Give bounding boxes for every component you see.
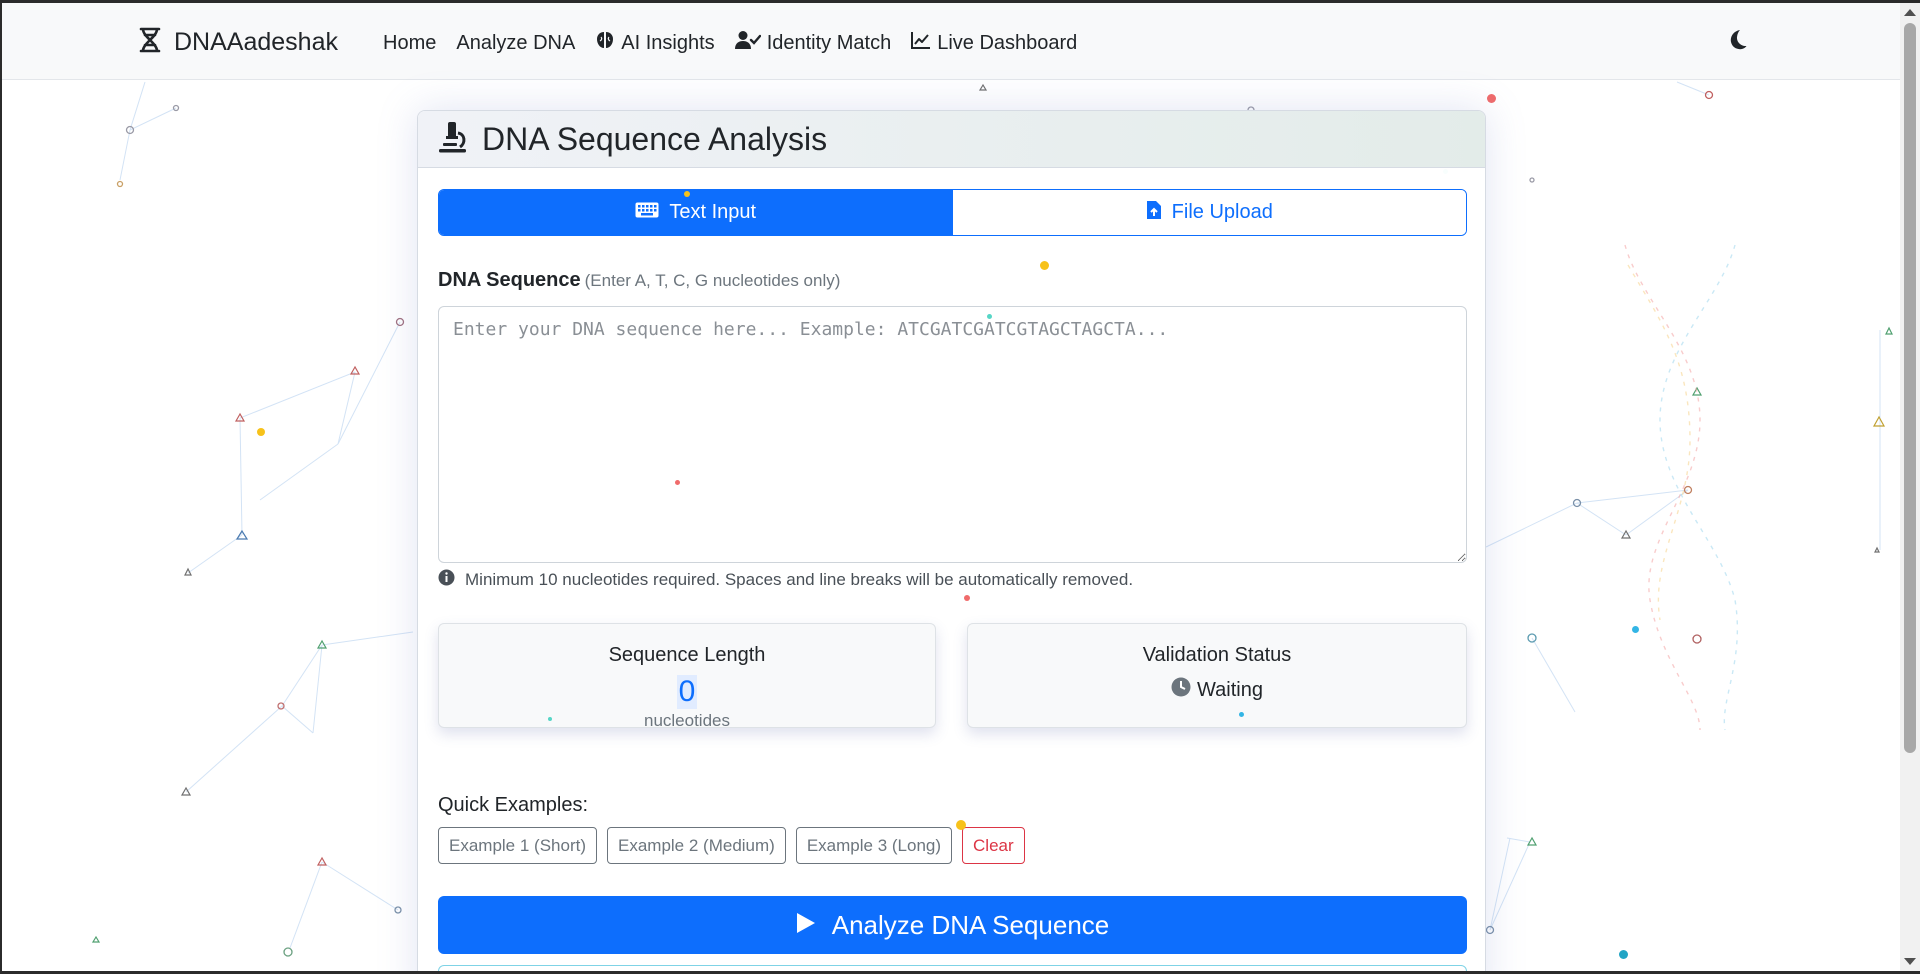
nav-link-label: Home xyxy=(383,31,437,54)
particle-dot xyxy=(1239,712,1244,717)
field-hint: (Enter A, T, C, G nucleotides only) xyxy=(584,271,841,290)
help-text: Minimum 10 nucleotides required. Spaces … xyxy=(438,569,1133,591)
keyboard-icon xyxy=(635,201,659,224)
analyze-button-label: Analyze DNA Sequence xyxy=(831,909,1110,940)
microscope-icon xyxy=(438,121,468,158)
brand-logo[interactable]: DNAAadeshak xyxy=(138,27,338,58)
tab-label: Text Input xyxy=(669,201,757,223)
example-3-button[interactable]: Example 3 (Long) xyxy=(795,827,953,864)
particle-dot xyxy=(684,191,690,197)
validation-status-card: Validation Status Waiting xyxy=(967,623,1467,728)
sequence-length-value: 0 xyxy=(676,675,698,709)
nav-link-analyze-dna[interactable]: Analyze DNA xyxy=(456,32,575,55)
input-mode-tabs: Text Input File Upload xyxy=(438,189,1467,236)
brand-name: DNAAadeshak xyxy=(174,28,338,56)
example-1-button[interactable]: Example 1 (Short) xyxy=(438,827,597,864)
stat-unit: nucleotides xyxy=(643,711,730,730)
file-upload-icon xyxy=(1146,200,1162,226)
dna-sequence-label: DNA Sequence (Enter A, T, C, G nucleotide… xyxy=(438,269,840,292)
chart-line-icon xyxy=(911,31,931,55)
clear-button[interactable]: Clear xyxy=(962,827,1025,864)
top-navbar: DNAAadeshak Home Analyze DNA AI Insights xyxy=(2,3,1900,80)
nav-link-label: Analyze DNA xyxy=(456,31,576,54)
particle-dot xyxy=(1040,261,1049,270)
info-circle-icon xyxy=(438,569,455,591)
field-label-text: DNA Sequence xyxy=(438,269,581,291)
scroll-up-arrow[interactable] xyxy=(1904,9,1916,16)
quick-examples-label: Quick Examples: xyxy=(438,794,589,816)
tab-text-input[interactable]: Text Input xyxy=(439,190,953,235)
moon-icon xyxy=(1726,30,1748,55)
particle-dot xyxy=(1619,950,1628,959)
particle-dot xyxy=(548,717,552,721)
card-title: DNA Sequence Analysis xyxy=(482,120,828,157)
clock-icon xyxy=(1171,677,1191,703)
window-frame-left xyxy=(0,0,2,974)
user-check-icon xyxy=(734,30,761,56)
analyze-dna-button[interactable]: Analyze DNA Sequence xyxy=(438,896,1467,954)
theme-toggle-button[interactable] xyxy=(1726,29,1748,56)
nav-link-label: Live Dashboard xyxy=(937,31,1078,54)
particle-dot xyxy=(1487,94,1496,103)
sequence-length-card: Sequence Length 0 nucleotides xyxy=(438,623,936,730)
particle-dot xyxy=(964,595,970,601)
quick-examples: Example 1 (Short) Example 2 (Medium) Exa… xyxy=(438,827,1025,864)
particle-dot xyxy=(987,314,992,319)
particle-dot xyxy=(956,820,966,830)
help-text-label: Minimum 10 nucleotides required. Spaces … xyxy=(465,570,1134,589)
tab-label: File Upload xyxy=(1171,201,1273,223)
stat-title: Validation Status xyxy=(1142,644,1292,666)
dna-icon xyxy=(138,27,162,58)
nav-link-label: AI Insights xyxy=(621,31,715,54)
dna-sequence-input[interactable] xyxy=(438,306,1467,563)
particle-dot xyxy=(675,480,680,485)
brain-icon xyxy=(595,30,615,56)
page-scrollbar[interactable] xyxy=(1900,3,1920,971)
scroll-thumb[interactable] xyxy=(1904,23,1916,753)
nav-link-home[interactable]: Home xyxy=(383,32,436,55)
validation-status: Waiting xyxy=(968,677,1466,703)
validation-status-text: Waiting xyxy=(1197,678,1263,701)
scroll-down-arrow[interactable] xyxy=(1904,958,1916,965)
dna-analysis-card: DNA Sequence Analysis Text Input File Up… xyxy=(417,110,1486,974)
card-header: DNA Sequence Analysis xyxy=(418,111,1485,168)
nav-link-label: Identity Match xyxy=(766,31,892,54)
example-2-button[interactable]: Example 2 (Medium) xyxy=(607,827,786,864)
nav-link-live-dashboard[interactable]: Live Dashboard xyxy=(911,31,1077,55)
tab-file-upload[interactable]: File Upload xyxy=(952,190,1466,235)
stat-title: Sequence Length xyxy=(608,644,766,666)
nav-link-ai-insights[interactable]: AI Insights xyxy=(595,30,715,56)
nav-link-identity-match[interactable]: Identity Match xyxy=(734,30,892,56)
particle-dot xyxy=(257,428,265,436)
play-icon xyxy=(796,910,816,941)
particle-dot xyxy=(1632,626,1639,633)
nav-links: Home Analyze DNA AI Insights Identity Ma… xyxy=(383,30,1097,56)
